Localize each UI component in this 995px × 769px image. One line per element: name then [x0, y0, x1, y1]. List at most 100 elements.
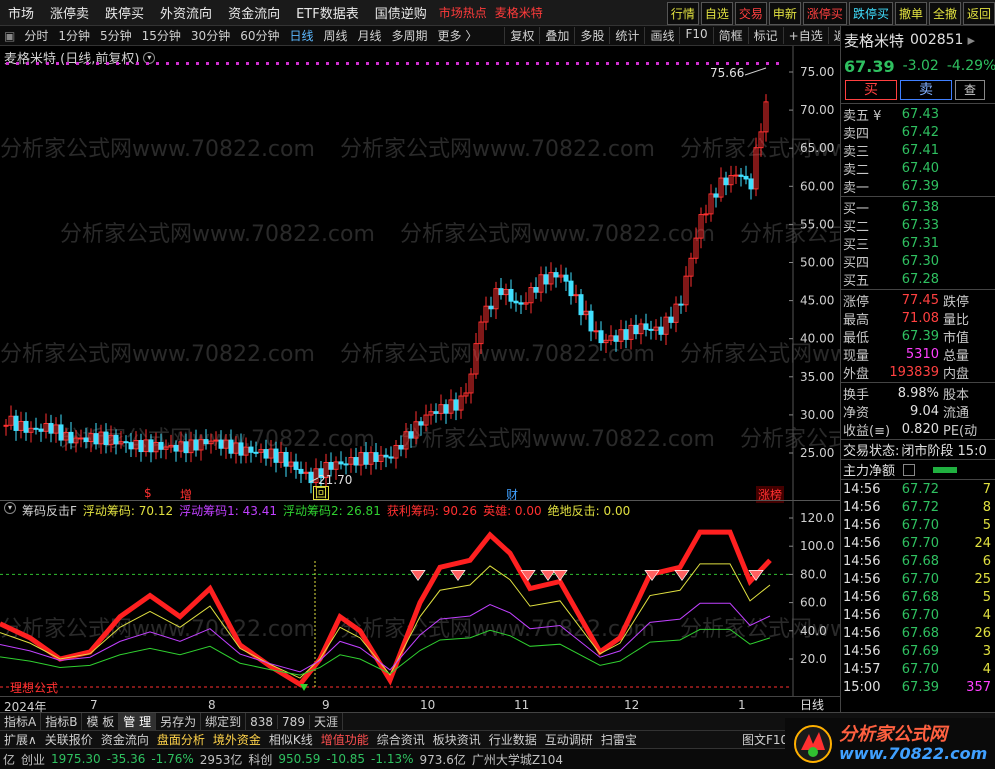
kline-chart[interactable]: 麦格米特 (日线,前复权) ▾ 分析家公式网www.70822.com 分析家公式… [0, 46, 995, 503]
quick-button-5[interactable]: 跌停买 [848, 2, 893, 25]
function-button-5[interactable]: 相似K线 [265, 731, 317, 748]
tick-price: 67.70 [901, 571, 939, 587]
function-button-0[interactable]: 扩展∧ [0, 731, 41, 748]
asks-row[interactable]: 卖二 67.40 [841, 159, 995, 178]
menu-highlight-0[interactable]: 市场热点 [435, 4, 491, 21]
f10-button[interactable]: 图文F10 [742, 731, 788, 748]
function-button-8[interactable]: 板块资讯 [429, 731, 485, 748]
indicator-tab-8[interactable]: 天涯 [310, 713, 343, 730]
toolbar-button-6[interactable]: 简框 [712, 27, 748, 44]
indicator-tab-6[interactable]: 838 [246, 714, 279, 729]
indicator-tab-5[interactable]: 绑定到 [201, 713, 247, 730]
menu-item-3[interactable]: 外资流向 [152, 3, 220, 22]
menu-item-1[interactable]: 涨停卖 [42, 3, 97, 22]
period-tab-1[interactable]: 1分钟 [53, 27, 95, 44]
function-button-9[interactable]: 行业数据 [485, 731, 541, 748]
menu-item-2[interactable]: 跌停买 [97, 3, 152, 22]
price-tick-0: 75.00 [800, 65, 834, 79]
event-marker-2[interactable]: 回 [313, 486, 330, 500]
menu-item-4[interactable]: 资金流向 [220, 3, 288, 22]
net-flow-toggle-icon[interactable] [903, 463, 916, 476]
period-tab-8[interactable]: 月线 [353, 27, 387, 44]
event-marker-0[interactable]: $ [144, 486, 152, 500]
toolbar-button-0[interactable]: 复权 [504, 27, 539, 44]
bids-row[interactable]: 买一 67.38 [841, 198, 995, 217]
function-button-7[interactable]: 综合资讯 [373, 731, 429, 748]
quick-button-4[interactable]: 涨停买 [802, 2, 847, 25]
bids-row[interactable]: 买三 67.31 [841, 234, 995, 253]
toolbar-button-5[interactable]: F10 [679, 27, 712, 44]
period-tab-3[interactable]: 15分钟 [137, 27, 186, 44]
period-label[interactable]: 日线 [800, 696, 824, 713]
period-tab-10[interactable]: 更多 〉 [433, 27, 483, 44]
quick-button-3[interactable]: 申新 [768, 2, 801, 25]
stat-right-label: 内盘 [943, 366, 970, 382]
stat-row: 最低 67.39 市值 [841, 327, 995, 346]
stat2-right-label: PE(动 [943, 423, 978, 439]
tick-price: 67.70 [901, 607, 939, 623]
bids-row[interactable]: 买五 67.28 [841, 270, 995, 289]
toolbar-button-7[interactable]: 标记 [747, 27, 783, 44]
tick-list[interactable]: 14:56 67.72 7 14:56 67.72 8 14:56 67.70 5 14:56 67… [841, 480, 995, 696]
period-tab-5[interactable]: 60分钟 [235, 27, 284, 44]
quick-button-7[interactable]: 全撤 [928, 2, 961, 25]
price-tick-6: 45.00 [800, 294, 834, 308]
toolbar-button-2[interactable]: 多股 [574, 27, 609, 44]
tick-time: 14:56 [843, 517, 881, 533]
menu-item-6[interactable]: 国债逆购 [367, 3, 435, 22]
menu-highlight-1[interactable]: 麦格米特 [491, 4, 547, 21]
menu-item-0[interactable]: 市场 [0, 3, 42, 22]
indicator-tab-4[interactable]: 另存为 [156, 713, 202, 730]
sell-button[interactable]: 卖 [900, 80, 952, 100]
asks-row[interactable]: 卖一 67.39 [841, 177, 995, 196]
quick-button-6[interactable]: 撤单 [894, 2, 927, 25]
function-button-10[interactable]: 互动调研 [541, 731, 597, 748]
indicator-tab-0[interactable]: 指标A [0, 713, 42, 730]
period-tab-7[interactable]: 周线 [319, 27, 353, 44]
level-price: 67.30 [901, 253, 939, 269]
stock-name: 麦格米特 [844, 31, 905, 50]
period-tab-2[interactable]: 5分钟 [95, 27, 137, 44]
function-button-11[interactable]: 扫雷宝 [597, 731, 641, 748]
asks-row[interactable]: 卖四 67.42 [841, 123, 995, 142]
indicator-tab-1[interactable]: 指标B [41, 713, 83, 730]
toolbar-button-8[interactable]: +自选 [782, 27, 828, 44]
stat-row: 涨停 77.45 跌停 [841, 291, 995, 310]
quick-button-8[interactable]: 返回 [962, 2, 995, 25]
hero-signal-4 [552, 570, 568, 582]
period-tab-0[interactable]: 分时 [19, 27, 53, 44]
toolbar-grip-icon: ▣ [4, 28, 16, 43]
toolbar-button-1[interactable]: 叠加 [539, 27, 574, 44]
hero-signal-3 [540, 570, 556, 582]
bids-row[interactable]: 买二 67.33 [841, 216, 995, 235]
asks-row[interactable]: 卖五 ¥ 67.43 [841, 105, 995, 124]
asks-row[interactable]: 卖三 67.41 [841, 141, 995, 160]
period-tab-9[interactable]: 多周期 [387, 27, 433, 44]
function-button-4[interactable]: 境外资金 [209, 731, 265, 748]
period-tab-6[interactable]: 日线 [284, 27, 318, 44]
period-tab-4[interactable]: 30分钟 [186, 27, 235, 44]
menu-item-5[interactable]: ETF数据表 [288, 3, 367, 22]
query-button[interactable]: 查 [955, 80, 985, 100]
function-button-1[interactable]: 关联报价 [41, 731, 97, 748]
bids-row[interactable]: 买四 67.30 [841, 252, 995, 271]
indicator-tab-7[interactable]: 789 [278, 714, 310, 729]
quick-button-1[interactable]: 自选 [700, 2, 733, 25]
quick-button-2[interactable]: 交易 [734, 2, 767, 25]
quick-button-0[interactable]: 行情 [666, 2, 699, 25]
tick-row: 14:56 67.70 5 [841, 516, 995, 534]
buy-button[interactable]: 买 [845, 80, 897, 100]
toolbar-button-3[interactable]: 统计 [609, 27, 644, 44]
chevron-right-icon[interactable]: ▸ [967, 31, 975, 49]
tick-row: 14:56 67.70 4 [841, 606, 995, 624]
function-button-3[interactable]: 盘面分析 [153, 731, 209, 748]
indicator-tab-2[interactable]: 模 板 [82, 713, 120, 730]
tick-volume: 24 [974, 535, 991, 551]
function-button-2[interactable]: 资金流向 [97, 731, 153, 748]
level-price: 67.42 [901, 124, 939, 140]
function-button-6[interactable]: 增值功能 [317, 731, 373, 748]
toolbar-button-4[interactable]: 画线 [644, 27, 679, 44]
indicator-tab-3[interactable]: 管 理 [119, 713, 157, 730]
net-flow-bar [933, 466, 958, 473]
indicator-chart[interactable]: ▾ 筹码反击F 浮动筹码: 70.12 浮动筹码1: 43.41 浮动筹码2: 26… [0, 501, 995, 696]
